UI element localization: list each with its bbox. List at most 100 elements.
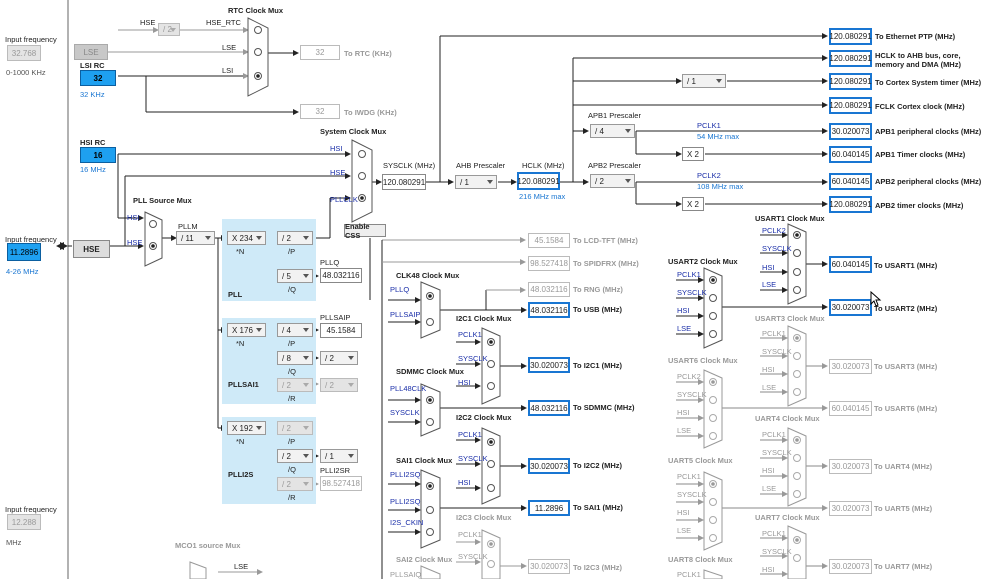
i2s-input-frequency-label: Input frequency bbox=[5, 505, 57, 514]
lsi-rc-oscillator[interactable]: 32 bbox=[80, 70, 116, 86]
hclk-ahb-frequency-field[interactable]: 120.080291 bbox=[829, 50, 872, 67]
sai2-clock-mux[interactable] bbox=[420, 565, 441, 579]
usart2-sysclk-label: SYSCLK bbox=[677, 288, 707, 297]
plli2s-n-multiplier-select[interactable]: X 192 bbox=[227, 421, 266, 435]
plli2s-q-divider-select[interactable]: / 2 bbox=[277, 449, 313, 463]
i2c3-sysclk-label: SYSCLK bbox=[458, 552, 488, 561]
uart8-pclk1-label: PCLK1 bbox=[677, 570, 701, 579]
apb1-timer-frequency-field[interactable]: 60.040145 bbox=[829, 146, 872, 163]
mco1-source-mux[interactable] bbox=[189, 561, 207, 579]
enable-css-button[interactable]: Enable CSS bbox=[344, 222, 386, 240]
pll-p-label: /P bbox=[288, 247, 296, 256]
uart8-clock-mux[interactable] bbox=[703, 569, 723, 579]
apb2-prescaler-label: APB2 Prescaler bbox=[588, 161, 641, 170]
i2c2-clock-mux-title: I2C2 Clock Mux bbox=[456, 413, 512, 422]
pllsai-r-divider-select[interactable]: / 2 bbox=[277, 378, 313, 392]
usart3-frequency-field[interactable]: 30.020073 bbox=[829, 359, 872, 374]
rtc-clock-mux-title: RTC Clock Mux bbox=[228, 6, 284, 15]
uart4-lse-label: LSE bbox=[762, 484, 777, 493]
i2c1-frequency-field[interactable]: 30.020073 bbox=[528, 357, 570, 373]
pllm-label: PLLM bbox=[178, 222, 198, 231]
fclk-cortex-frequency-field[interactable]: 120.080291 bbox=[829, 97, 872, 114]
clk48-pllsaip-label: PLLSAIP bbox=[390, 310, 421, 319]
uart7-frequency-field[interactable]: 30.020073 bbox=[829, 559, 872, 574]
sai1-output-label: To SAI1 (MHz) bbox=[573, 503, 623, 512]
sai2-clock-mux-title: SAI2 Clock Mux bbox=[396, 555, 453, 564]
plli2s-r-divider-select[interactable]: / 2 bbox=[277, 477, 313, 491]
apb2-prescaler-select[interactable]: / 2 bbox=[590, 174, 635, 188]
i2s-input-frequency-field[interactable]: 12.288 bbox=[7, 514, 41, 530]
mco1-lse-label: LSE bbox=[234, 562, 249, 571]
uart7-hsi-label: HSI bbox=[762, 565, 775, 574]
sai1-pllsaiq-label: PLLI2SQ bbox=[390, 497, 421, 506]
usart1-pclk2-label: PCLK2 bbox=[762, 226, 786, 235]
pllm-divider-select[interactable]: / 11 bbox=[176, 231, 215, 245]
sai1-frequency-field[interactable]: 11.2896 bbox=[528, 500, 570, 516]
i2c3-pclk1-label: PCLK1 bbox=[458, 530, 482, 539]
usart6-output-label: To USART6 (MHz) bbox=[874, 404, 938, 413]
clk48-clock-mux-title: CLK48 Clock Mux bbox=[396, 271, 460, 280]
ethernet-ptp-frequency-field[interactable]: 120.080291 bbox=[829, 28, 872, 45]
lse-input-frequency-field[interactable]: 32.768 bbox=[7, 45, 41, 61]
spdifrx-frequency-field[interactable]: 98.527418 bbox=[528, 256, 570, 271]
plli2s-p-divider-select[interactable]: / 2 bbox=[277, 421, 313, 435]
cortex-system-timer-frequency-field[interactable]: 120.080291 bbox=[829, 73, 872, 90]
uart7-clock-mux-title: UART7 Clock Mux bbox=[755, 513, 820, 522]
hclk-value-field[interactable]: 120.080291 bbox=[517, 172, 560, 190]
pll-q-divider-select[interactable]: / 5 bbox=[277, 269, 313, 283]
usart3-clock-mux-title: USART3 Clock Mux bbox=[755, 314, 825, 323]
usart3-pclk1-label: PCLK1 bbox=[762, 329, 786, 338]
usart1-frequency-field[interactable]: 60.040145 bbox=[829, 256, 872, 273]
rng-frequency-field[interactable]: 48.032116 bbox=[528, 282, 570, 297]
plli2s-q-label: /Q bbox=[288, 465, 296, 474]
usart6-pclk2-label: PCLK2 bbox=[677, 372, 701, 381]
uart5-frequency-field[interactable]: 30.020073 bbox=[829, 501, 872, 516]
lsi-rc-title: LSI RC bbox=[80, 61, 105, 70]
hclk-label: HCLK (MHz) bbox=[522, 161, 565, 170]
sdmmc-output-label: To SDMMC (MHz) bbox=[573, 403, 635, 412]
i2c3-frequency-field[interactable]: 30.020073 bbox=[528, 559, 570, 574]
apb2-timer-frequency-field[interactable]: 120.080291 bbox=[829, 196, 872, 213]
pll-n-multiplier-select[interactable]: X 234 bbox=[227, 231, 266, 245]
lcd-tft-frequency-field[interactable]: 45.1584 bbox=[528, 233, 570, 248]
pllsai-r2-divider-select[interactable]: / 2 bbox=[320, 378, 358, 392]
pllsaip-value-field[interactable]: 45.1584 bbox=[320, 323, 362, 338]
rtc-frequency-field[interactable]: 32 bbox=[300, 45, 340, 60]
apb1-prescaler-select[interactable]: / 4 bbox=[590, 124, 635, 138]
uart4-frequency-field[interactable]: 30.020073 bbox=[829, 459, 872, 474]
clk48-clock-mux[interactable] bbox=[420, 281, 441, 339]
apb1-peripheral-frequency-field[interactable]: 30.020073 bbox=[829, 123, 872, 140]
usart2-frequency-field[interactable]: 30.020073 bbox=[829, 299, 872, 316]
usart3-output-label: To USART3 (MHz) bbox=[874, 362, 938, 371]
i2c2-frequency-field[interactable]: 30.020073 bbox=[528, 458, 570, 474]
plli2s-q2-divider-select[interactable]: / 1 bbox=[320, 449, 358, 463]
plli2sr-value-field[interactable]: 98.527418 bbox=[320, 476, 362, 491]
plli2sr-label: PLLI2SR bbox=[320, 466, 351, 475]
pllsai-n-multiplier-select[interactable]: X 176 bbox=[227, 323, 266, 337]
pllsai-q2-divider-select[interactable]: / 2 bbox=[320, 351, 358, 365]
usart1-clock-mux-title: USART1 Clock Mux bbox=[755, 214, 825, 223]
hse-oscillator[interactable]: HSE bbox=[73, 240, 110, 258]
lse-oscillator[interactable]: LSE bbox=[74, 44, 108, 60]
uart7-sysclk-label: SYSCLK bbox=[762, 547, 792, 556]
apb2-timer-multiplier: X 2 bbox=[682, 197, 704, 211]
pll-p-divider-select[interactable]: / 2 bbox=[277, 231, 313, 245]
apb2-peripheral-frequency-field[interactable]: 60.040145 bbox=[829, 173, 872, 190]
sysclk-value-field[interactable]: 120.080291 bbox=[382, 174, 426, 190]
sai1-plli2sq-label: PLLI2SQ bbox=[390, 470, 421, 479]
usart6-frequency-field[interactable]: 60.040145 bbox=[829, 401, 872, 416]
pllq-value-field[interactable]: 48.032116 bbox=[320, 268, 362, 283]
uart5-clock-mux-title: UART5 Clock Mux bbox=[668, 456, 733, 465]
hsi-rc-oscillator[interactable]: 16 bbox=[80, 147, 116, 163]
hse-input-frequency-field[interactable]: 11.2896 bbox=[7, 243, 41, 261]
pllsai-q-divider-select[interactable]: / 8 bbox=[277, 351, 313, 365]
sdmmc-frequency-field[interactable]: 48.032116 bbox=[528, 400, 570, 416]
clk48-pllq-label: PLLQ bbox=[390, 285, 410, 294]
cortex-timer-divider-select[interactable]: / 1 bbox=[682, 74, 726, 88]
ahb-prescaler-label: AHB Prescaler bbox=[456, 161, 506, 170]
rtc-hse-divider-select[interactable]: / 2 bbox=[158, 23, 180, 36]
pllsai-p-divider-select[interactable]: / 4 bbox=[277, 323, 313, 337]
usb-frequency-field[interactable]: 48.032116 bbox=[528, 302, 570, 318]
iwdg-frequency-field[interactable]: 32 bbox=[300, 104, 340, 119]
ahb-prescaler-select[interactable]: / 1 bbox=[455, 175, 497, 189]
